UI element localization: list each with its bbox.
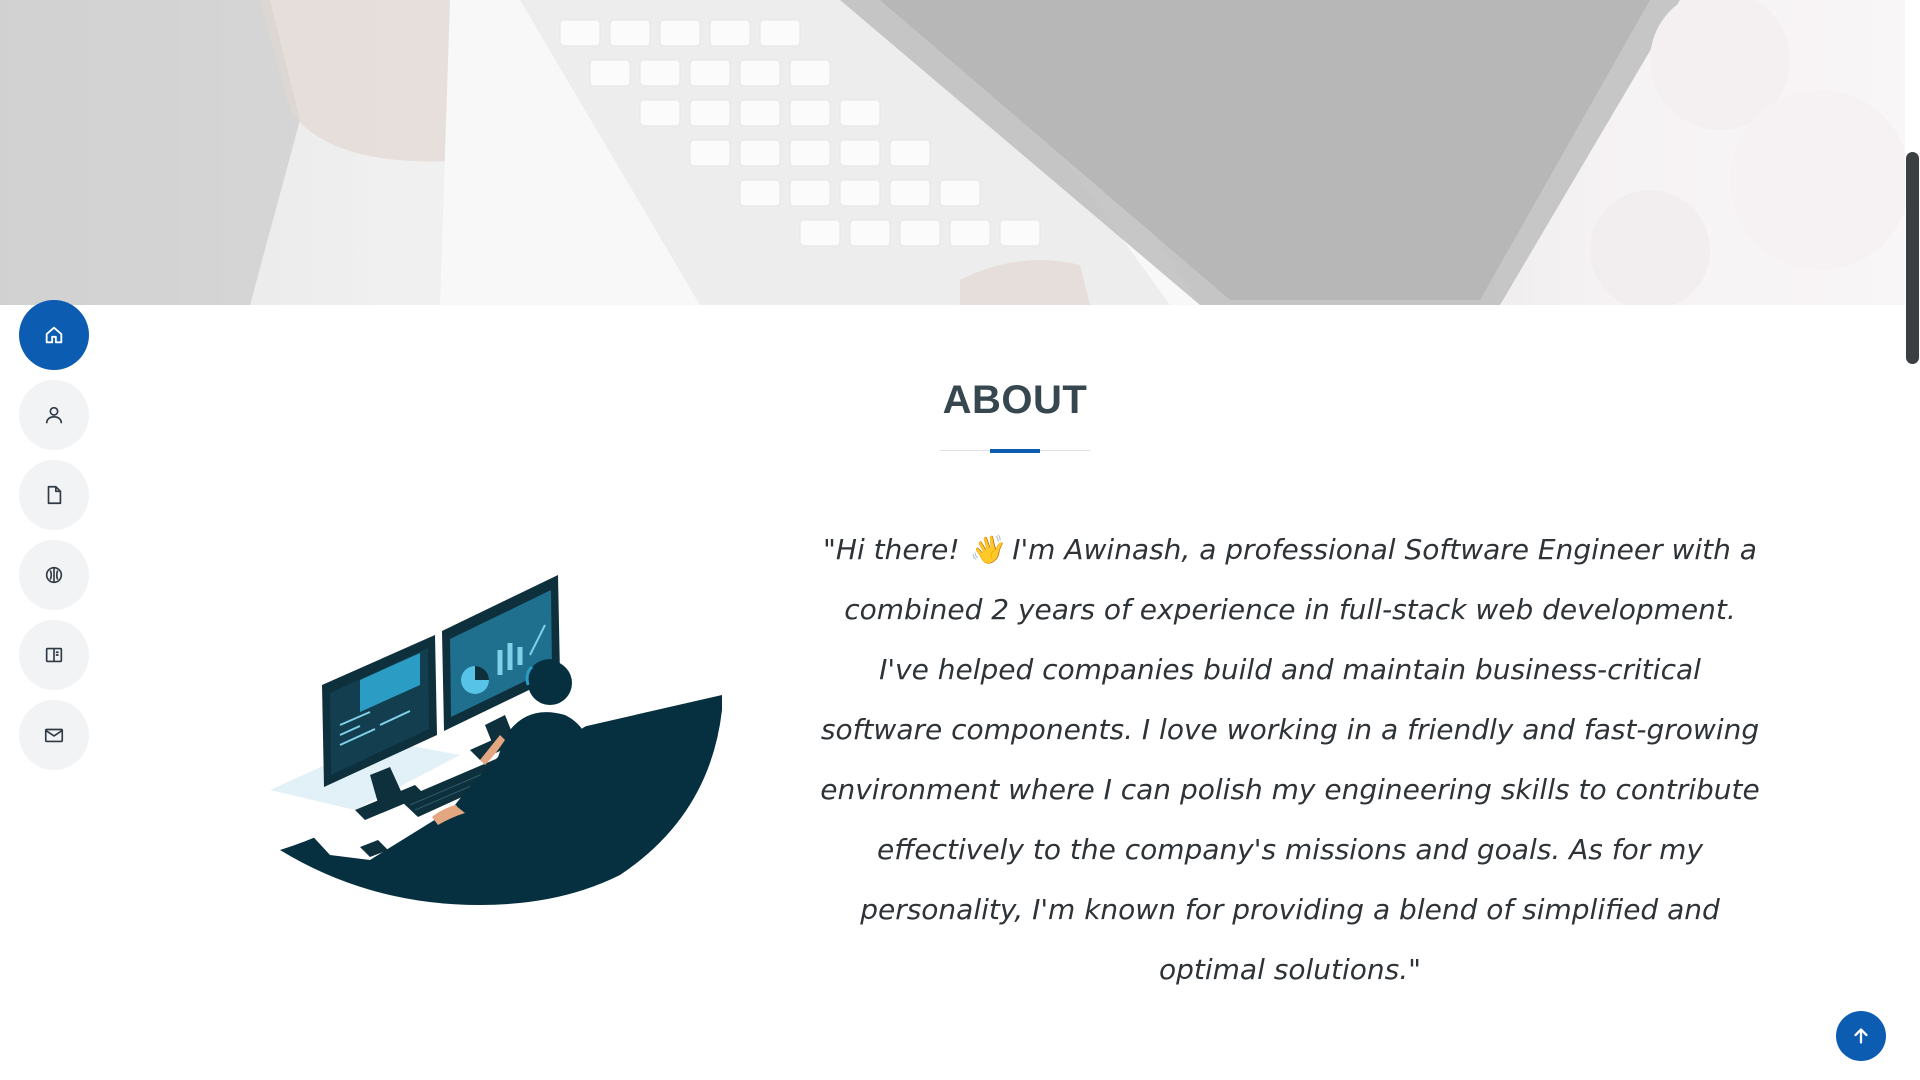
file-icon xyxy=(47,485,62,505)
nav-portfolio-button[interactable] xyxy=(19,620,89,690)
nav-home-button[interactable] xyxy=(19,300,89,370)
nav-about-button[interactable] xyxy=(19,380,89,450)
arrow-up-icon xyxy=(1854,1028,1868,1044)
title-accent-bar xyxy=(990,449,1040,453)
mail-icon xyxy=(44,728,64,743)
scrollbar-thumb[interactable] xyxy=(1906,152,1919,364)
person-icon xyxy=(45,406,63,424)
nav-skills-button[interactable] xyxy=(19,540,89,610)
nav-contact-button[interactable] xyxy=(19,700,89,770)
skills-icon xyxy=(45,566,63,584)
back-to-top-button[interactable] xyxy=(1836,1011,1886,1061)
book-icon xyxy=(45,647,63,663)
nav-resume-button[interactable] xyxy=(19,460,89,530)
section-title: ABOUT xyxy=(942,378,1088,422)
side-navigation xyxy=(19,300,89,780)
hero-background-image xyxy=(0,0,1905,305)
about-paragraph: "Hi there! 👋 I'm Awinash, a professional… xyxy=(820,533,1760,986)
developer-illustration xyxy=(260,555,730,905)
home-icon xyxy=(45,326,63,344)
